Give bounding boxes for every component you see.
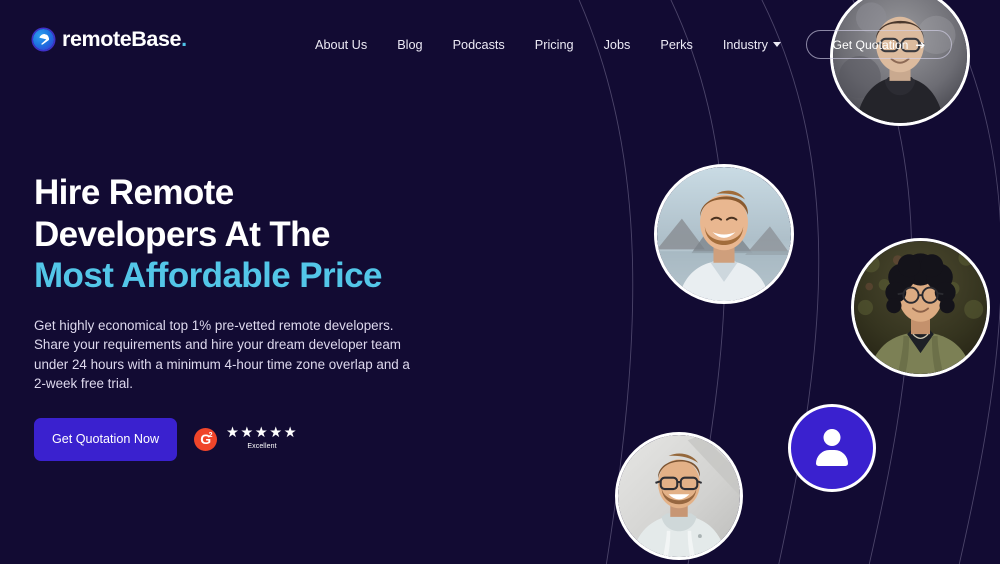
page-title: Hire Remote Developers At The Most Affor… [34,172,464,297]
nav-item-blog[interactable]: Blog [382,36,437,54]
hero-description: Get highly economical top 1% pre-vetted … [34,317,410,392]
user-avatar-placeholder[interactable] [788,404,876,492]
nav-item-pricing[interactable]: Pricing [520,36,589,54]
nav-item-perks[interactable]: Perks [645,36,707,54]
page-root: remoteBase. About Us Blog Podcasts Prici… [0,0,1000,564]
nav-item-podcasts[interactable]: Podcasts [438,36,520,54]
headline-line-2: Developers At The [34,214,330,254]
nav-item-industry[interactable]: Industry [708,36,796,54]
brand-logo[interactable]: remoteBase. [33,27,187,51]
avatar-right[interactable] [851,238,990,377]
avatar-bottom[interactable] [615,432,743,560]
g2-logo-icon: G 2 [194,427,217,451]
avatar-upper-left[interactable] [654,164,794,304]
avatar-photo [618,435,740,557]
nav-item-jobs[interactable]: Jobs [589,36,646,54]
brand-dot: . [181,27,187,51]
headline-line-1: Hire Remote [34,173,234,212]
nav-item-about-us[interactable]: About Us [300,36,382,54]
main-navigation: About Us Blog Podcasts Pricing Jobs Perk… [300,36,796,54]
get-quotation-button[interactable]: Get Quotation ➜ [806,30,952,59]
get-quotation-now-button[interactable]: Get Quotation Now [34,417,177,461]
rating-stars-block: ★★★★★ Excellent [226,426,298,452]
chevron-down-icon [772,42,781,47]
star-rating-icons: ★★★★★ [226,425,298,441]
brand-name: remoteBase. [62,27,187,51]
headline-line-3: Most Affordable Price [34,256,382,295]
arrow-right-icon: ➜ [915,37,926,52]
g2-superscript: 2 [208,431,213,439]
get-quotation-label: Get Quotation [832,37,909,52]
globe-swirl-icon [33,29,54,51]
hero-cta-row: Get Quotation Now G 2 ★★★★★ Excellent [34,417,464,461]
rating-caption: Excellent [247,443,277,450]
avatar-photo [657,167,791,301]
site-header: remoteBase. About Us Blog Podcasts Prici… [0,0,1000,88]
hero-section: Hire Remote Developers At The Most Affor… [34,172,464,461]
avatar-photo [854,241,987,374]
g2-rating-badge[interactable]: G 2 ★★★★★ Excellent [194,426,298,452]
person-icon [809,427,855,469]
